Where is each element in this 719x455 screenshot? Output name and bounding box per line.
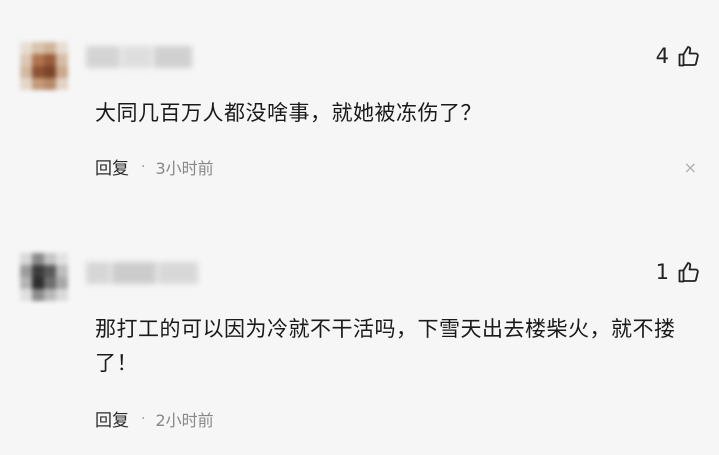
comment-meta: 回复 · 2小时前 [95, 406, 214, 432]
timestamp: 3小时前 [155, 158, 214, 178]
username-blurred[interactable] [86, 44, 194, 70]
username-blurred[interactable] [86, 260, 200, 286]
like-count: 1 [655, 260, 669, 284]
like-button[interactable]: 1 [656, 260, 701, 284]
like-button[interactable]: 4 [656, 44, 701, 68]
like-count: 4 [655, 44, 669, 68]
separator-dot: · [141, 410, 146, 427]
thumbs-up-icon [677, 260, 701, 284]
avatar[interactable] [20, 42, 68, 90]
thumbs-up-icon [677, 44, 701, 68]
comment-item: 4 大同几百万人都没啥事，就她被冻伤了？ 回复 · 3小时前 × [0, 0, 719, 220]
separator-dot: · [141, 158, 146, 175]
comment-text: 那打工的可以因为冷就不干活吗，下雪天出去楼柴火，就不搂了！ [95, 317, 676, 375]
comment-item: 1 那打工的可以因为冷就不干活吗，下雪天出去楼柴火，就不搂了！ 回复 · 2小时… [0, 220, 719, 455]
avatar[interactable] [20, 253, 68, 301]
comment-text: 大同几百万人都没啥事，就她被冻伤了？ [95, 101, 482, 125]
comment-meta: 回复 · 3小时前 [95, 154, 214, 180]
close-icon[interactable]: × [684, 160, 697, 176]
timestamp: 2小时前 [155, 410, 214, 430]
comment-list: 4 大同几百万人都没啥事，就她被冻伤了？ 回复 · 3小时前 × 1 那打工的可… [0, 0, 719, 455]
reply-button[interactable]: 回复 [95, 154, 129, 179]
reply-button[interactable]: 回复 [95, 406, 129, 431]
